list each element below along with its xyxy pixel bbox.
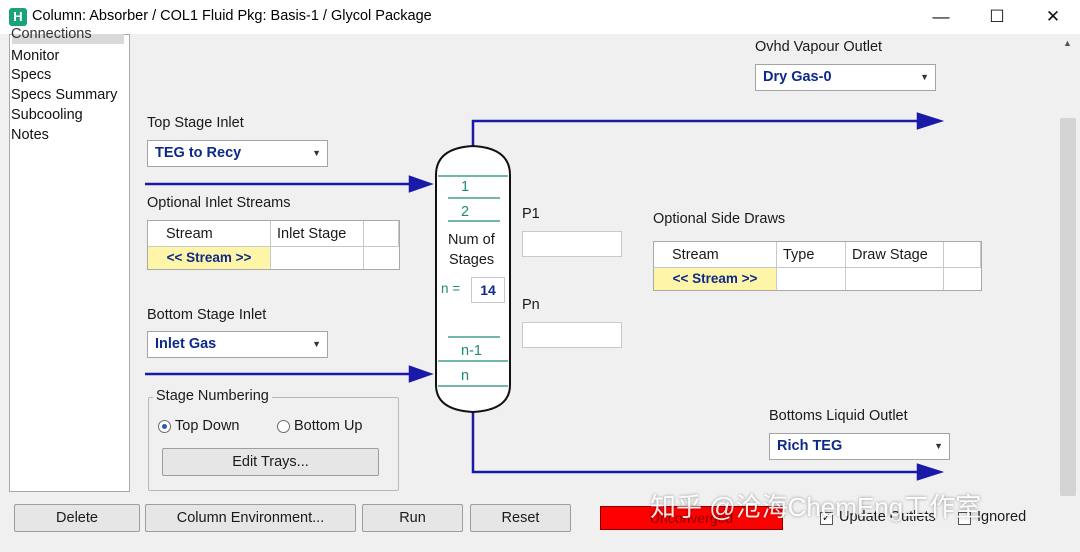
stage-numbering-label: Stage Numbering xyxy=(153,388,272,404)
table-header-stream: Stream xyxy=(654,242,777,268)
inlet-stage-cell[interactable] xyxy=(271,247,364,269)
run-button[interactable]: Run xyxy=(362,504,463,532)
chevron-down-icon: ▼ xyxy=(934,441,943,451)
bottom-stage-inlet-value: Inlet Gas xyxy=(155,336,217,352)
stream-placeholder-cell[interactable]: << Stream >> xyxy=(148,247,271,269)
table-header-type: Type xyxy=(777,242,846,268)
ovhd-vapour-outlet-value: Dry Gas-0 xyxy=(763,69,832,85)
edit-trays-button[interactable]: Edit Trays... xyxy=(162,448,379,476)
top-stage-inlet-dropdown[interactable]: TEG to Recy ▼ xyxy=(147,140,328,167)
num-of-stages-label: Num of xyxy=(448,232,495,248)
table-header-stream: Stream xyxy=(148,221,271,247)
top-inlet-arrow-icon xyxy=(408,175,434,193)
bottoms-liquid-outlet-dropdown[interactable]: Rich TEG ▼ xyxy=(769,433,950,460)
stage-numbering-group xyxy=(148,397,399,491)
vapour-outlet-arrow-icon xyxy=(916,112,945,130)
table-header-spacer xyxy=(364,221,399,247)
stage-1-label: 1 xyxy=(461,179,470,195)
pn-label: Pn xyxy=(522,297,540,313)
bottoms-liquid-outlet-label: Bottoms Liquid Outlet xyxy=(769,408,908,424)
top-down-radio[interactable] xyxy=(158,420,171,433)
p1-label: P1 xyxy=(522,206,540,222)
stage-2-label: 2 xyxy=(461,204,470,220)
bottom-up-label[interactable]: Bottom Up xyxy=(294,418,363,434)
p1-input[interactable] xyxy=(522,231,622,257)
table-header-spacer xyxy=(944,242,981,268)
delete-button[interactable]: Delete xyxy=(14,504,140,532)
top-stage-inlet-label: Top Stage Inlet xyxy=(147,115,244,131)
bottom-inlet-arrow-icon xyxy=(408,365,434,383)
ovhd-vapour-outlet-dropdown[interactable]: Dry Gas-0 ▼ xyxy=(755,64,936,91)
watermark-text: 知乎 @沧海ChemEng工作室 xyxy=(650,492,982,522)
optional-side-draws-label: Optional Side Draws xyxy=(653,211,786,227)
bottom-up-radio[interactable] xyxy=(277,420,290,433)
optional-inlet-streams-label: Optional Inlet Streams xyxy=(147,195,291,211)
pn-input[interactable] xyxy=(522,322,622,348)
ignored-label[interactable]: Ignored xyxy=(977,509,1026,525)
bottoms-liquid-outlet-value: Rich TEG xyxy=(777,438,843,454)
num-stages-input[interactable]: 14 xyxy=(471,277,505,303)
bottom-stage-inlet-label: Bottom Stage Inlet xyxy=(147,307,267,323)
ovhd-vapour-outlet-label: Ovhd Vapour Outlet xyxy=(755,39,883,55)
side-draw-type-cell[interactable] xyxy=(777,268,846,290)
side-draw-stage-cell[interactable] xyxy=(846,268,944,290)
liquid-outlet-arrow-icon xyxy=(916,463,945,481)
vapour-outlet-stream-line xyxy=(471,119,925,149)
stages-label: Stages xyxy=(449,252,495,268)
chevron-down-icon: ▼ xyxy=(312,339,321,349)
stage-n-label: n xyxy=(461,368,470,384)
stage-n-minus-1-label: n-1 xyxy=(461,343,482,359)
chevron-down-icon: ▼ xyxy=(312,148,321,158)
column-environment-button[interactable]: Column Environment... xyxy=(145,504,356,532)
top-stage-inlet-value: TEG to Recy xyxy=(155,145,242,161)
optional-side-draws-table: Stream Type Draw Stage << Stream >> xyxy=(653,241,982,291)
side-draw-stream-placeholder-cell[interactable]: << Stream >> xyxy=(654,268,777,290)
n-equals-label: n = xyxy=(441,281,461,296)
bottom-stage-inlet-dropdown[interactable]: Inlet Gas ▼ xyxy=(147,331,328,358)
table-header-draw-stage: Draw Stage xyxy=(846,242,944,268)
chevron-down-icon: ▼ xyxy=(920,72,929,82)
table-header-inlet-stage: Inlet Stage xyxy=(271,221,364,247)
optional-inlet-streams-table: Stream Inlet Stage << Stream >> xyxy=(147,220,400,270)
reset-button[interactable]: Reset xyxy=(470,504,571,532)
top-down-label[interactable]: Top Down xyxy=(175,418,239,434)
